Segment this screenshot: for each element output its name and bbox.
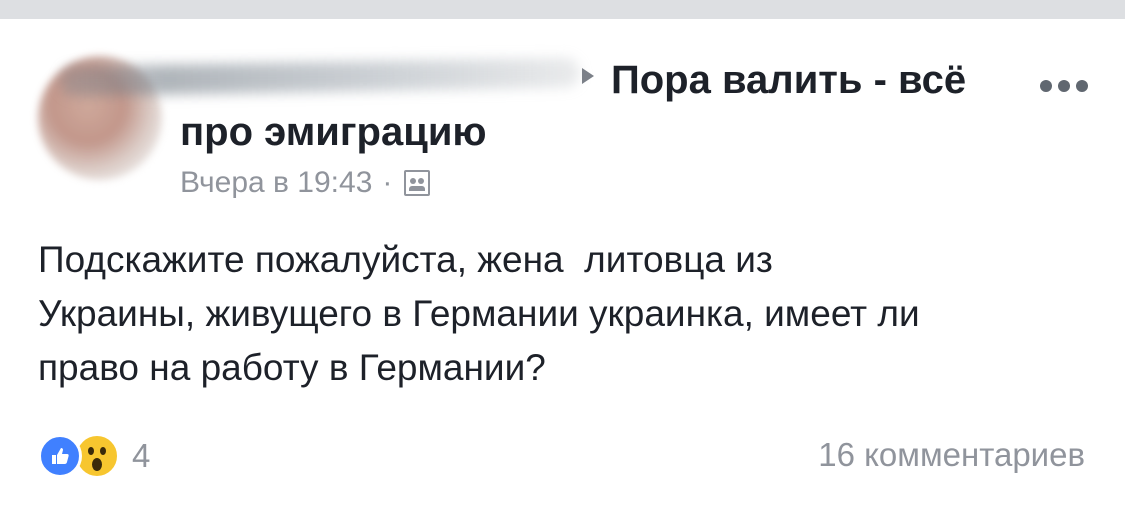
group-name-link-continued[interactable]: про эмиграцию [180, 110, 487, 155]
more-options-icon[interactable] [1040, 80, 1088, 92]
meta-separator: · [382, 166, 393, 199]
arrow-right-icon [582, 68, 594, 84]
author-name-redacted [59, 57, 581, 97]
top-bar [0, 0, 1125, 19]
group-audience-icon [404, 170, 431, 196]
post-meta: Вчера в 19:43 · [180, 166, 431, 200]
post-text: Подскажите пожалуйста, жена литовца из У… [38, 239, 920, 388]
group-name-link[interactable]: Пора валить - всё [611, 58, 966, 103]
like-reaction-icon [38, 434, 82, 478]
post-timestamp[interactable]: Вчера в 19:43 [180, 166, 372, 200]
reaction-count: 4 [132, 437, 151, 474]
thumbs-up-icon [52, 448, 69, 464]
comments-count-link[interactable]: 16 комментариев [818, 436, 1085, 474]
reactions-summary[interactable]: 4 [38, 433, 150, 479]
